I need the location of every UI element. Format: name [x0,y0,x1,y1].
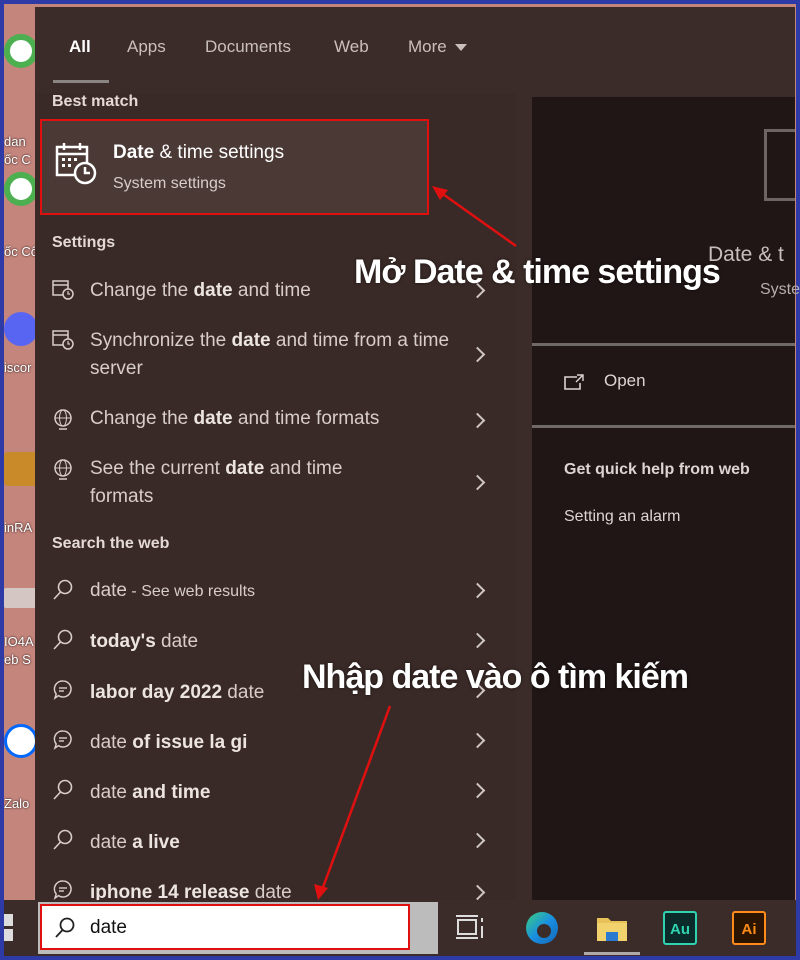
calendar-clock-icon [55,143,97,185]
quick-help-heading: Get quick help from web [564,461,750,478]
svg-text:Au: Au [670,921,690,938]
taskbar-search [38,902,438,954]
windows-logo-icon [4,929,13,941]
open-label: Open [604,371,646,390]
search-tabs: All Apps Documents Web More [35,7,795,93]
tab-documents[interactable]: Documents [205,37,291,57]
chevron-right-icon [469,732,486,749]
web-result-label: date - See web results [90,580,256,601]
search-icon [55,917,75,938]
web-result-label: date and time [90,782,211,803]
annotation-open-settings: Mở Date & time settings [354,253,721,291]
settings-item-label: Synchronize the date and time from a tim… [90,330,450,379]
search-web-heading: Search the web [52,535,170,552]
taskbar: Au Ai [4,900,796,956]
web-result-date-of-issue[interactable]: date of issue la gi [35,715,516,765]
web-result-label: date a live [90,832,180,853]
active-app-indicator [584,952,640,955]
web-result-label: date of issue la gi [90,732,248,753]
globe-icon [54,409,72,430]
preview-subtitle: Syste [760,281,800,298]
tab-more[interactable]: More [408,37,467,57]
chevron-right-icon [469,832,486,849]
tab-apps[interactable]: Apps [127,37,166,57]
windows-logo-icon [4,914,13,926]
chevron-right-icon [469,782,486,799]
edge-icon[interactable] [524,910,560,946]
search-icon [53,829,73,850]
tab-all[interactable]: All [69,37,91,57]
best-match-heading: Best match [52,93,139,110]
calendar-clock-icon [764,129,795,201]
best-match-title-rest: & time settings [154,142,285,163]
settings-item-synchronize[interactable]: Synchronize the date and time from a tim… [35,315,516,395]
best-match-subtitle: System settings [113,175,226,192]
search-icon [53,779,73,800]
settings-item-see-formats[interactable]: See the current date and time formats [35,445,516,525]
divider [532,425,795,428]
chevron-right-icon [469,412,486,429]
chevron-down-icon [454,44,467,52]
search-icon [53,629,73,650]
help-link-setting-alarm[interactable]: Setting an alarm [564,508,681,526]
svg-text:Ai: Ai [742,921,757,938]
preview-card: Date & t Syste Open Get quick help from … [532,97,800,900]
task-view-icon[interactable] [452,910,488,946]
divider [532,343,795,346]
preview-pane: Date & t Syste Open Get quick help from … [516,93,800,900]
calendar-clock-icon [52,280,74,300]
settings-heading: Settings [52,234,116,251]
best-match-date-time-settings[interactable]: Date & time settings System settings [40,119,429,215]
results-pane: Best match Date & time settings System s… [35,93,516,903]
calendar-clock-icon [52,330,74,350]
illustrator-icon[interactable]: Ai [731,910,767,946]
search-box-highlight [40,904,410,950]
web-result-date-and-time[interactable]: date and time [35,765,516,815]
file-explorer-icon[interactable] [594,910,630,946]
web-result-date[interactable]: date - See web results [35,565,516,615]
chevron-right-icon [469,346,486,363]
tab-more-label: More [408,37,447,56]
tab-web[interactable]: Web [334,37,369,57]
chat-bubble-icon [53,880,72,900]
chat-bubble-icon [53,730,72,750]
chevron-right-icon [469,474,486,491]
web-result-label: today's date [90,631,199,652]
search-icon [53,579,73,600]
chevron-right-icon [469,884,486,901]
web-result-iphone-14[interactable]: iphone 14 release date [35,865,516,903]
best-match-title: Date & time settings [113,142,284,164]
annotation-type-date: Nhập date vào ô tìm kiếm [302,658,689,696]
search-input[interactable] [90,914,390,942]
chevron-right-icon [469,582,486,599]
audition-icon[interactable]: Au [662,910,698,946]
chevron-right-icon [469,632,486,649]
search-flyout: All Apps Documents Web More Best match D… [35,7,800,903]
globe-icon [54,459,72,480]
open-external-icon [564,374,584,390]
start-button[interactable] [4,914,14,942]
web-result-date-a-live[interactable]: date a live [35,815,516,865]
active-tab-indicator [53,80,109,83]
settings-item-change-formats[interactable]: Change the date and time formats [35,395,516,445]
best-match-title-bold: Date [113,142,155,163]
settings-item-label: Change the date and time formats [90,408,380,429]
settings-item-label: See the current date and time formats [90,458,343,507]
chat-bubble-icon [53,680,72,700]
